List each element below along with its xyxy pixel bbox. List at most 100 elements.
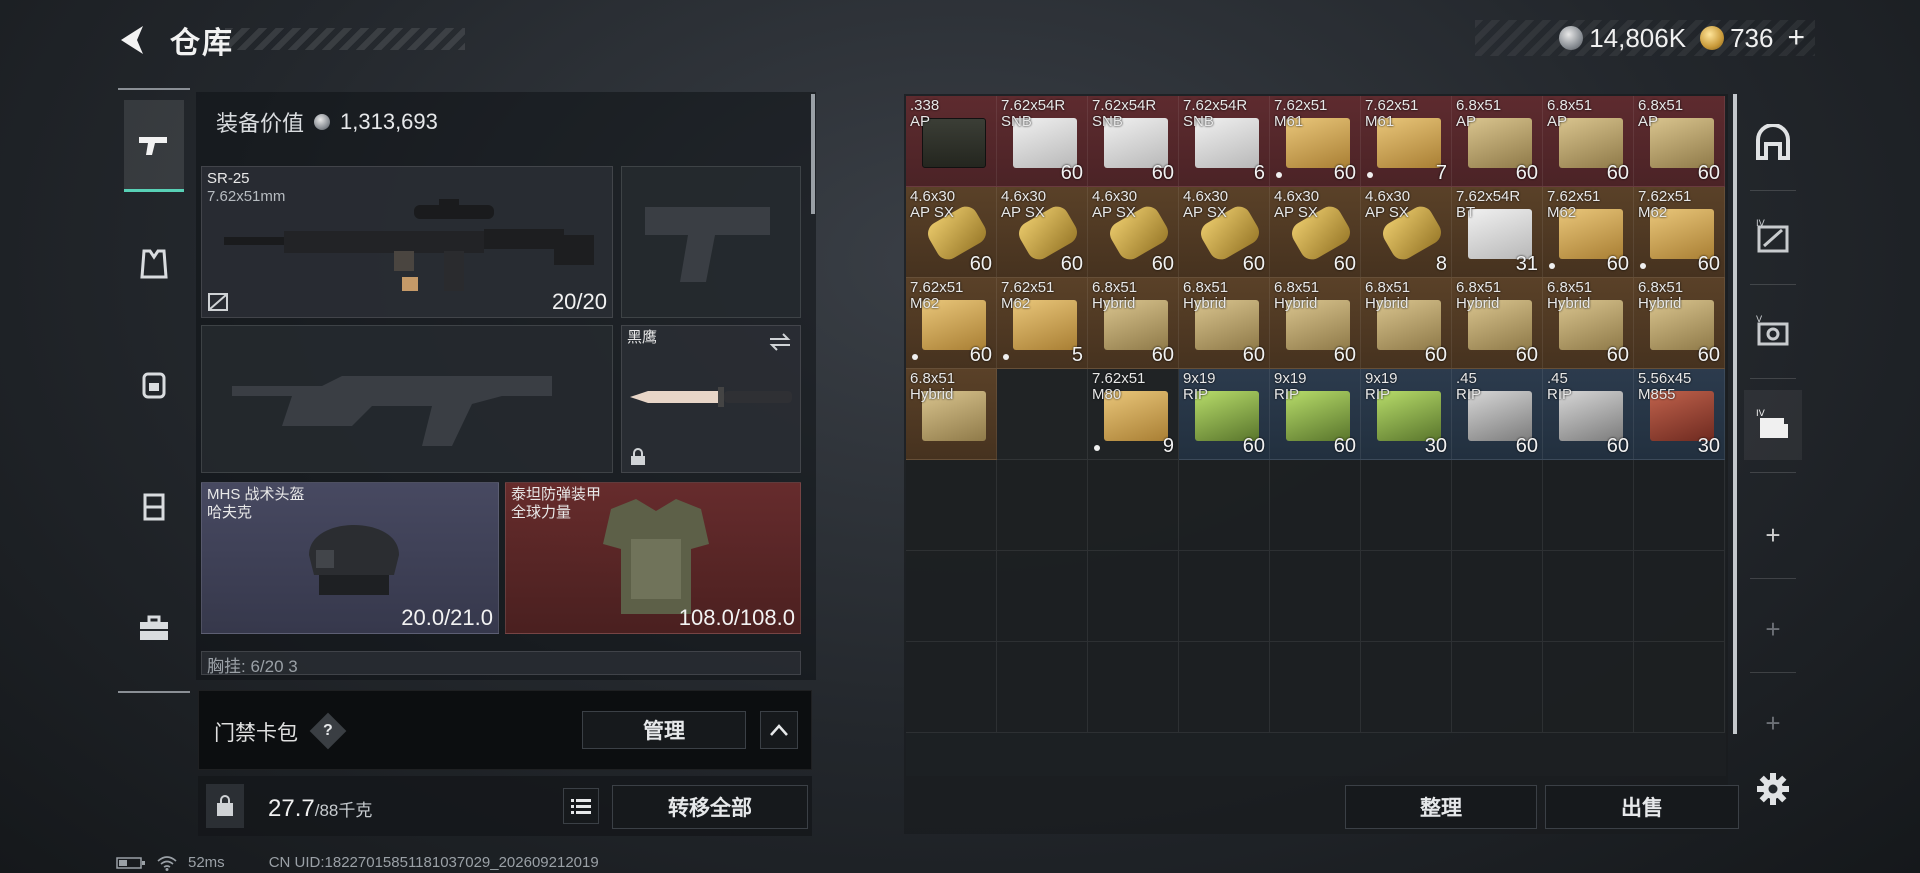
inventory-item[interactable]: 5.56x45 M855 30 <box>1634 369 1725 460</box>
inventory-empty-cell <box>1452 551 1543 642</box>
add-storage-tab-2[interactable]: + <box>1744 594 1802 664</box>
inventory-item[interactable]: 6.8x51 AP 60 <box>1543 96 1634 187</box>
nav-chest-rig[interactable] <box>124 460 184 552</box>
transfer-all-button[interactable]: 转移全部 <box>612 785 808 829</box>
inventory-item[interactable]: 7.62x51 M62 5 <box>997 278 1088 369</box>
item-quantity: 60 <box>1333 435 1356 457</box>
item-name: 6.8x51 Hybrid <box>1183 279 1229 312</box>
melee-slot[interactable]: 黑鹰 <box>621 325 801 473</box>
add-storage-tab-3[interactable]: + <box>1744 688 1802 758</box>
knife-image <box>630 387 792 407</box>
inventory-item[interactable]: 7.62x51 M62 60 <box>1634 187 1725 278</box>
armor-vest-icon <box>140 249 168 279</box>
item-name: 7.62x51 M62 <box>1001 279 1055 312</box>
inventory-item[interactable]: 7.62x54R SNB 60 <box>997 96 1088 187</box>
inventory-item[interactable]: 6.8x51 Hybrid 60 <box>1179 278 1270 369</box>
secondary-weapon-slot[interactable] <box>201 325 613 473</box>
helmet-slot[interactable]: MHS 战术头盔 哈夫克 20.0/21.0 <box>201 482 499 634</box>
add-storage-tab-1[interactable]: + <box>1744 500 1802 570</box>
item-name: 4.6x30 AP SX <box>1365 188 1411 221</box>
settings-button[interactable] <box>1744 754 1802 824</box>
sort-button[interactable]: 整理 <box>1345 785 1537 829</box>
inventory-item[interactable]: 7.62x51 M61 60 <box>1270 96 1361 187</box>
item-name: 4.6x30 AP SX <box>1092 188 1138 221</box>
item-quantity: 60 <box>969 253 992 275</box>
inventory-item[interactable]: 7.62x51 M62 60 <box>1543 187 1634 278</box>
inventory-item[interactable]: 7.62x54R BT 31 <box>1452 187 1543 278</box>
inventory-item[interactable]: .338 AP <box>906 96 997 187</box>
inventory-item[interactable]: 6.8x51 Hybrid 60 <box>1088 278 1179 369</box>
nav-backpack[interactable] <box>124 338 184 430</box>
inventory-empty-cell <box>1361 642 1452 733</box>
item-name: 4.6x30 AP SX <box>910 188 956 221</box>
inventory-item[interactable]: 6.8x51 AP 60 <box>1634 96 1725 187</box>
item-quantity: 60 <box>1515 162 1538 184</box>
tab-storage-v[interactable]: V <box>1744 296 1802 366</box>
body-armor-slot[interactable]: 泰坦防弹装甲 全球力量 108.0/108.0 <box>505 482 801 634</box>
inventory-item[interactable]: 7.62x54R SNB 60 <box>1088 96 1179 187</box>
inventory-item[interactable]: 7.62x54R SNB 6 <box>1179 96 1270 187</box>
inventory-item[interactable]: 4.6x30 AP SX 60 <box>1088 187 1179 278</box>
inventory-item[interactable]: 6.8x51 Hybrid <box>906 369 997 460</box>
inventory-empty-cell <box>1543 551 1634 642</box>
nav-case[interactable] <box>124 582 184 674</box>
item-name: 6.8x51 Hybrid <box>1456 279 1502 312</box>
manage-button[interactable]: 管理 <box>582 711 746 749</box>
inventory-item[interactable]: 4.6x30 AP SX 8 <box>1361 187 1452 278</box>
inventory-item[interactable]: 4.6x30 AP SX 60 <box>1179 187 1270 278</box>
chest-rig-slot[interactable]: 胸挂: 6/20 3 <box>201 651 801 675</box>
inventory-item[interactable]: .45 RIP 60 <box>1452 369 1543 460</box>
tab-storage-main[interactable] <box>1744 108 1802 178</box>
tab-storage-iv-a[interactable]: IV <box>1744 202 1802 272</box>
armor-durability: 108.0/108.0 <box>678 605 795 630</box>
inventory-item[interactable]: 7.62x51 M62 60 <box>906 278 997 369</box>
inventory-item[interactable]: 6.8x51 Hybrid 60 <box>1452 278 1543 369</box>
title-decoration <box>225 28 465 50</box>
weight-lock-button[interactable] <box>206 784 244 828</box>
silver-coin-icon <box>314 114 331 130</box>
item-name: 7.62x51 M62 <box>1638 188 1692 221</box>
melee-name: 黑鹰 <box>627 329 658 346</box>
inventory-item[interactable]: 6.8x51 AP 60 <box>1452 96 1543 187</box>
item-quantity: 60 <box>1242 253 1265 275</box>
tab-storage-iv-b[interactable]: IV <box>1744 390 1802 460</box>
back-button[interactable] <box>112 18 152 62</box>
nav-armor[interactable] <box>124 218 184 310</box>
item-quantity: 60 <box>1060 253 1083 275</box>
item-quantity: 60 <box>1333 344 1356 366</box>
item-name: 4.6x30 AP SX <box>1183 188 1229 221</box>
inventory-item[interactable]: 6.8x51 Hybrid 60 <box>1543 278 1634 369</box>
storage-grid-icon: IV <box>1756 219 1789 253</box>
list-view-button[interactable] <box>563 788 599 824</box>
inventory-scrollbar[interactable] <box>1733 94 1737 734</box>
inventory-item[interactable]: 7.62x51 M80 9 <box>1088 369 1179 460</box>
inventory-empty-cell <box>1361 551 1452 642</box>
armor-name: 泰坦防弹装甲 <box>511 486 602 503</box>
item-name: .338 AP <box>910 97 940 130</box>
chest-rig-icon <box>143 493 165 521</box>
collapse-button[interactable] <box>760 711 798 749</box>
inventory-item[interactable]: 4.6x30 AP SX 60 <box>906 187 997 278</box>
item-quantity: 60 <box>1606 253 1629 275</box>
add-currency-button[interactable]: + <box>1787 23 1805 53</box>
pistol-slot[interactable] <box>621 166 801 318</box>
equipment-scrollbar[interactable] <box>811 94 815 214</box>
inventory-item[interactable]: .45 RIP 60 <box>1543 369 1634 460</box>
inventory-item[interactable]: 4.6x30 AP SX 60 <box>997 187 1088 278</box>
silver-currency: 14,806K <box>1559 23 1686 54</box>
nav-weapons[interactable] <box>124 100 184 192</box>
inventory-item[interactable]: 9x19 RIP 60 <box>1179 369 1270 460</box>
inventory-item[interactable]: 6.8x51 Hybrid 60 <box>1634 278 1725 369</box>
inventory-item[interactable]: 9x19 RIP 60 <box>1270 369 1361 460</box>
helmet-image <box>309 525 399 595</box>
inventory-item[interactable]: 6.8x51 Hybrid 60 <box>1270 278 1361 369</box>
lock-icon <box>631 448 645 465</box>
inventory-empty-cell <box>1179 642 1270 733</box>
item-quantity: 60 <box>1151 162 1174 184</box>
inventory-item[interactable]: 4.6x30 AP SX 60 <box>1270 187 1361 278</box>
sell-button[interactable]: 出售 <box>1545 785 1739 829</box>
inventory-item[interactable]: 6.8x51 Hybrid 60 <box>1361 278 1452 369</box>
inventory-item[interactable]: 7.62x51 M61 7 <box>1361 96 1452 187</box>
primary-weapon-slot[interactable]: SR-25 7.62x51mm 20/20 <box>201 166 613 318</box>
inventory-item[interactable]: 9x19 RIP 30 <box>1361 369 1452 460</box>
